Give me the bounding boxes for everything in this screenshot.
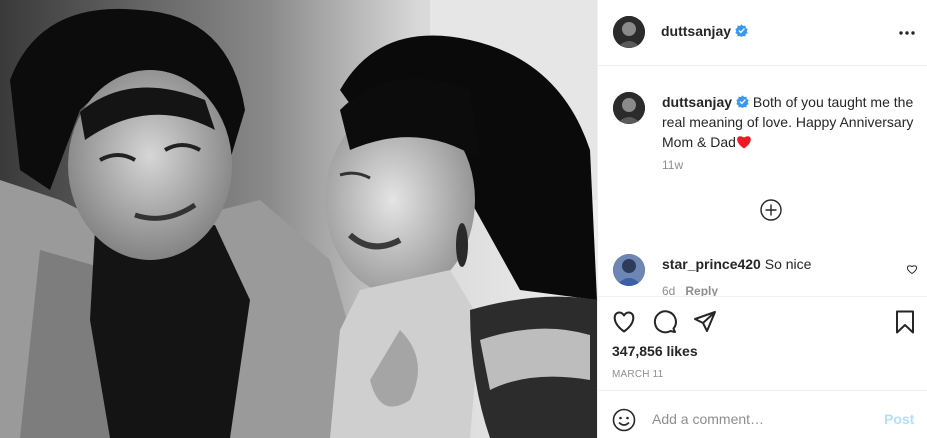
- caption-time[interactable]: 11w: [662, 158, 683, 172]
- author-avatar[interactable]: [613, 16, 645, 48]
- likes-count[interactable]: 347,856 likes: [612, 343, 698, 359]
- bookmark-icon[interactable]: [892, 309, 918, 335]
- post-photo-image: [0, 0, 597, 438]
- post-photo[interactable]: [0, 0, 597, 438]
- add-comment-bar: Post: [598, 390, 927, 438]
- caption-username[interactable]: duttsanjay: [662, 94, 732, 110]
- author-username[interactable]: duttsanjay: [661, 23, 748, 39]
- comment-icon[interactable]: [652, 309, 678, 335]
- caption-avatar[interactable]: [613, 92, 645, 124]
- comment-heart-icon[interactable]: [906, 263, 918, 275]
- comment-text: star_prince420 So nice: [662, 255, 811, 273]
- post-date[interactable]: MARCH 11: [612, 369, 663, 380]
- post-sidebar: duttsanjay duttsanjay Both of you taught…: [597, 0, 927, 438]
- share-icon[interactable]: [692, 309, 718, 335]
- comment-item: star_prince420 So nice 6d Reply: [613, 254, 918, 296]
- comment-time[interactable]: 6d: [662, 284, 675, 296]
- plus-circle-icon[interactable]: [760, 199, 782, 221]
- caption-text: duttsanjay Both of you taught me the rea…: [662, 92, 917, 152]
- commenter-username[interactable]: star_prince420: [662, 256, 761, 272]
- comment-body: So nice: [764, 256, 812, 272]
- commenter-avatar[interactable]: [613, 254, 645, 286]
- more-horizontal-icon[interactable]: [898, 25, 916, 41]
- post-header: duttsanjay: [598, 0, 927, 66]
- author-username-text[interactable]: duttsanjay: [661, 23, 731, 39]
- heart-icon[interactable]: [611, 309, 637, 335]
- verified-badge-icon: [735, 24, 748, 37]
- emoji-icon[interactable]: [612, 408, 636, 432]
- reply-button[interactable]: Reply: [685, 284, 718, 296]
- comment-meta: 6d Reply: [662, 284, 728, 296]
- red-heart-emoji-icon: [737, 136, 751, 149]
- comment-input[interactable]: [652, 405, 872, 433]
- post-actions: 347,856 likes MARCH 11: [598, 296, 927, 390]
- post-button[interactable]: Post: [884, 411, 914, 427]
- verified-badge-icon: [736, 95, 749, 108]
